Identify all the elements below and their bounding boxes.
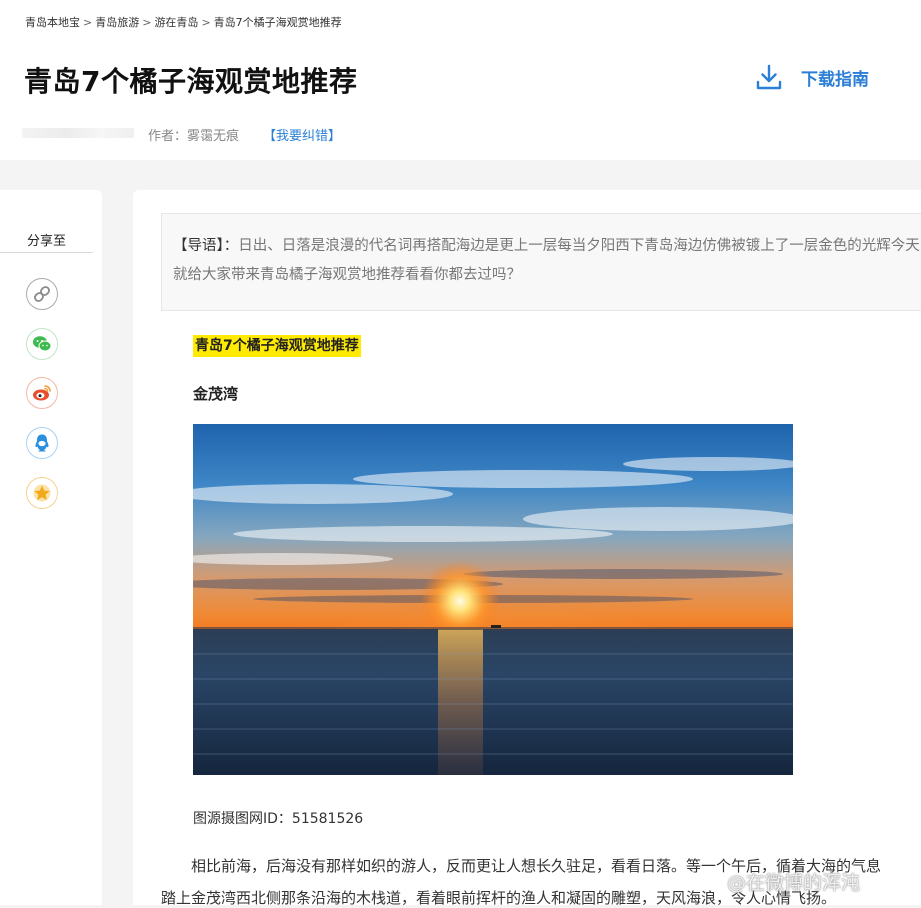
weibo-watermark: @在微博的浑沌: [727, 872, 861, 894]
highlighted-subtitle: 青岛7个橘子海观赏地推荐: [193, 335, 361, 357]
blurred-publish-info: [22, 128, 134, 138]
share-qzone-button[interactable]: [26, 477, 58, 509]
intro-body: 日出、日落是浪漫的代名词再搭配海边是更上一层每当夕阳西下青岛海边仿佛被镀上了一层…: [173, 238, 920, 283]
share-qq-button[interactable]: [26, 427, 58, 459]
share-weibo-button[interactable]: [26, 377, 58, 409]
share-link-button[interactable]: [26, 278, 58, 310]
breadcrumb: 青岛本地宝 > 青岛旅游 > 游在青岛 > 青岛7个橘子海观赏地推荐: [25, 14, 342, 30]
breadcrumb-item-current[interactable]: 青岛7个橘子海观赏地推荐: [214, 16, 342, 29]
weibo-icon: [33, 385, 51, 401]
share-title: 分享至: [26, 234, 66, 249]
breadcrumb-separator: >: [83, 16, 93, 29]
qq-icon: [35, 434, 49, 452]
photo-credit: 图源摄图网ID：51581526: [193, 811, 364, 827]
download-icon: [756, 64, 782, 90]
section-heading: 金茂湾: [193, 385, 239, 403]
breadcrumb-item-tour[interactable]: 游在青岛: [154, 16, 198, 29]
page-title: 青岛7个橘子海观赏地推荐: [24, 65, 358, 98]
wechat-icon: [33, 336, 52, 352]
intro-text: 【导语】：日出、日落是浪漫的代名词再搭配海边是更上一层每当夕阳西下青岛海边仿佛被…: [173, 232, 921, 290]
qzone-star-icon: [33, 484, 51, 502]
author-label: 作者：雾霭无痕: [148, 129, 240, 144]
share-sidebar: 分享至: [0, 190, 102, 905]
intro-label: 【导语】：: [173, 238, 239, 254]
sunset-sea-photo: [193, 424, 793, 775]
page-header: 青岛本地宝 > 青岛旅游 > 游在青岛 > 青岛7个橘子海观赏地推荐 青岛7个橘子海观赏地推…: [0, 0, 921, 160]
report-error-link[interactable]: 【我要纠错】: [263, 125, 341, 144]
download-guide-button[interactable]: 下载指南: [755, 62, 869, 92]
intro-box: 【导语】：日出、日落是浪漫的代名词再搭配海边是更上一层每当夕阳西下青岛海边仿佛被…: [161, 213, 921, 311]
breadcrumb-separator: >: [142, 16, 152, 29]
breadcrumb-item-home[interactable]: 青岛本地宝: [25, 16, 80, 29]
share-divider: [0, 252, 93, 253]
share-wechat-button[interactable]: [26, 328, 58, 360]
download-guide-label: 下载指南: [801, 69, 869, 90]
breadcrumb-separator: >: [201, 16, 211, 29]
breadcrumb-item-travel[interactable]: 青岛旅游: [95, 16, 139, 29]
link-icon: [34, 286, 50, 302]
